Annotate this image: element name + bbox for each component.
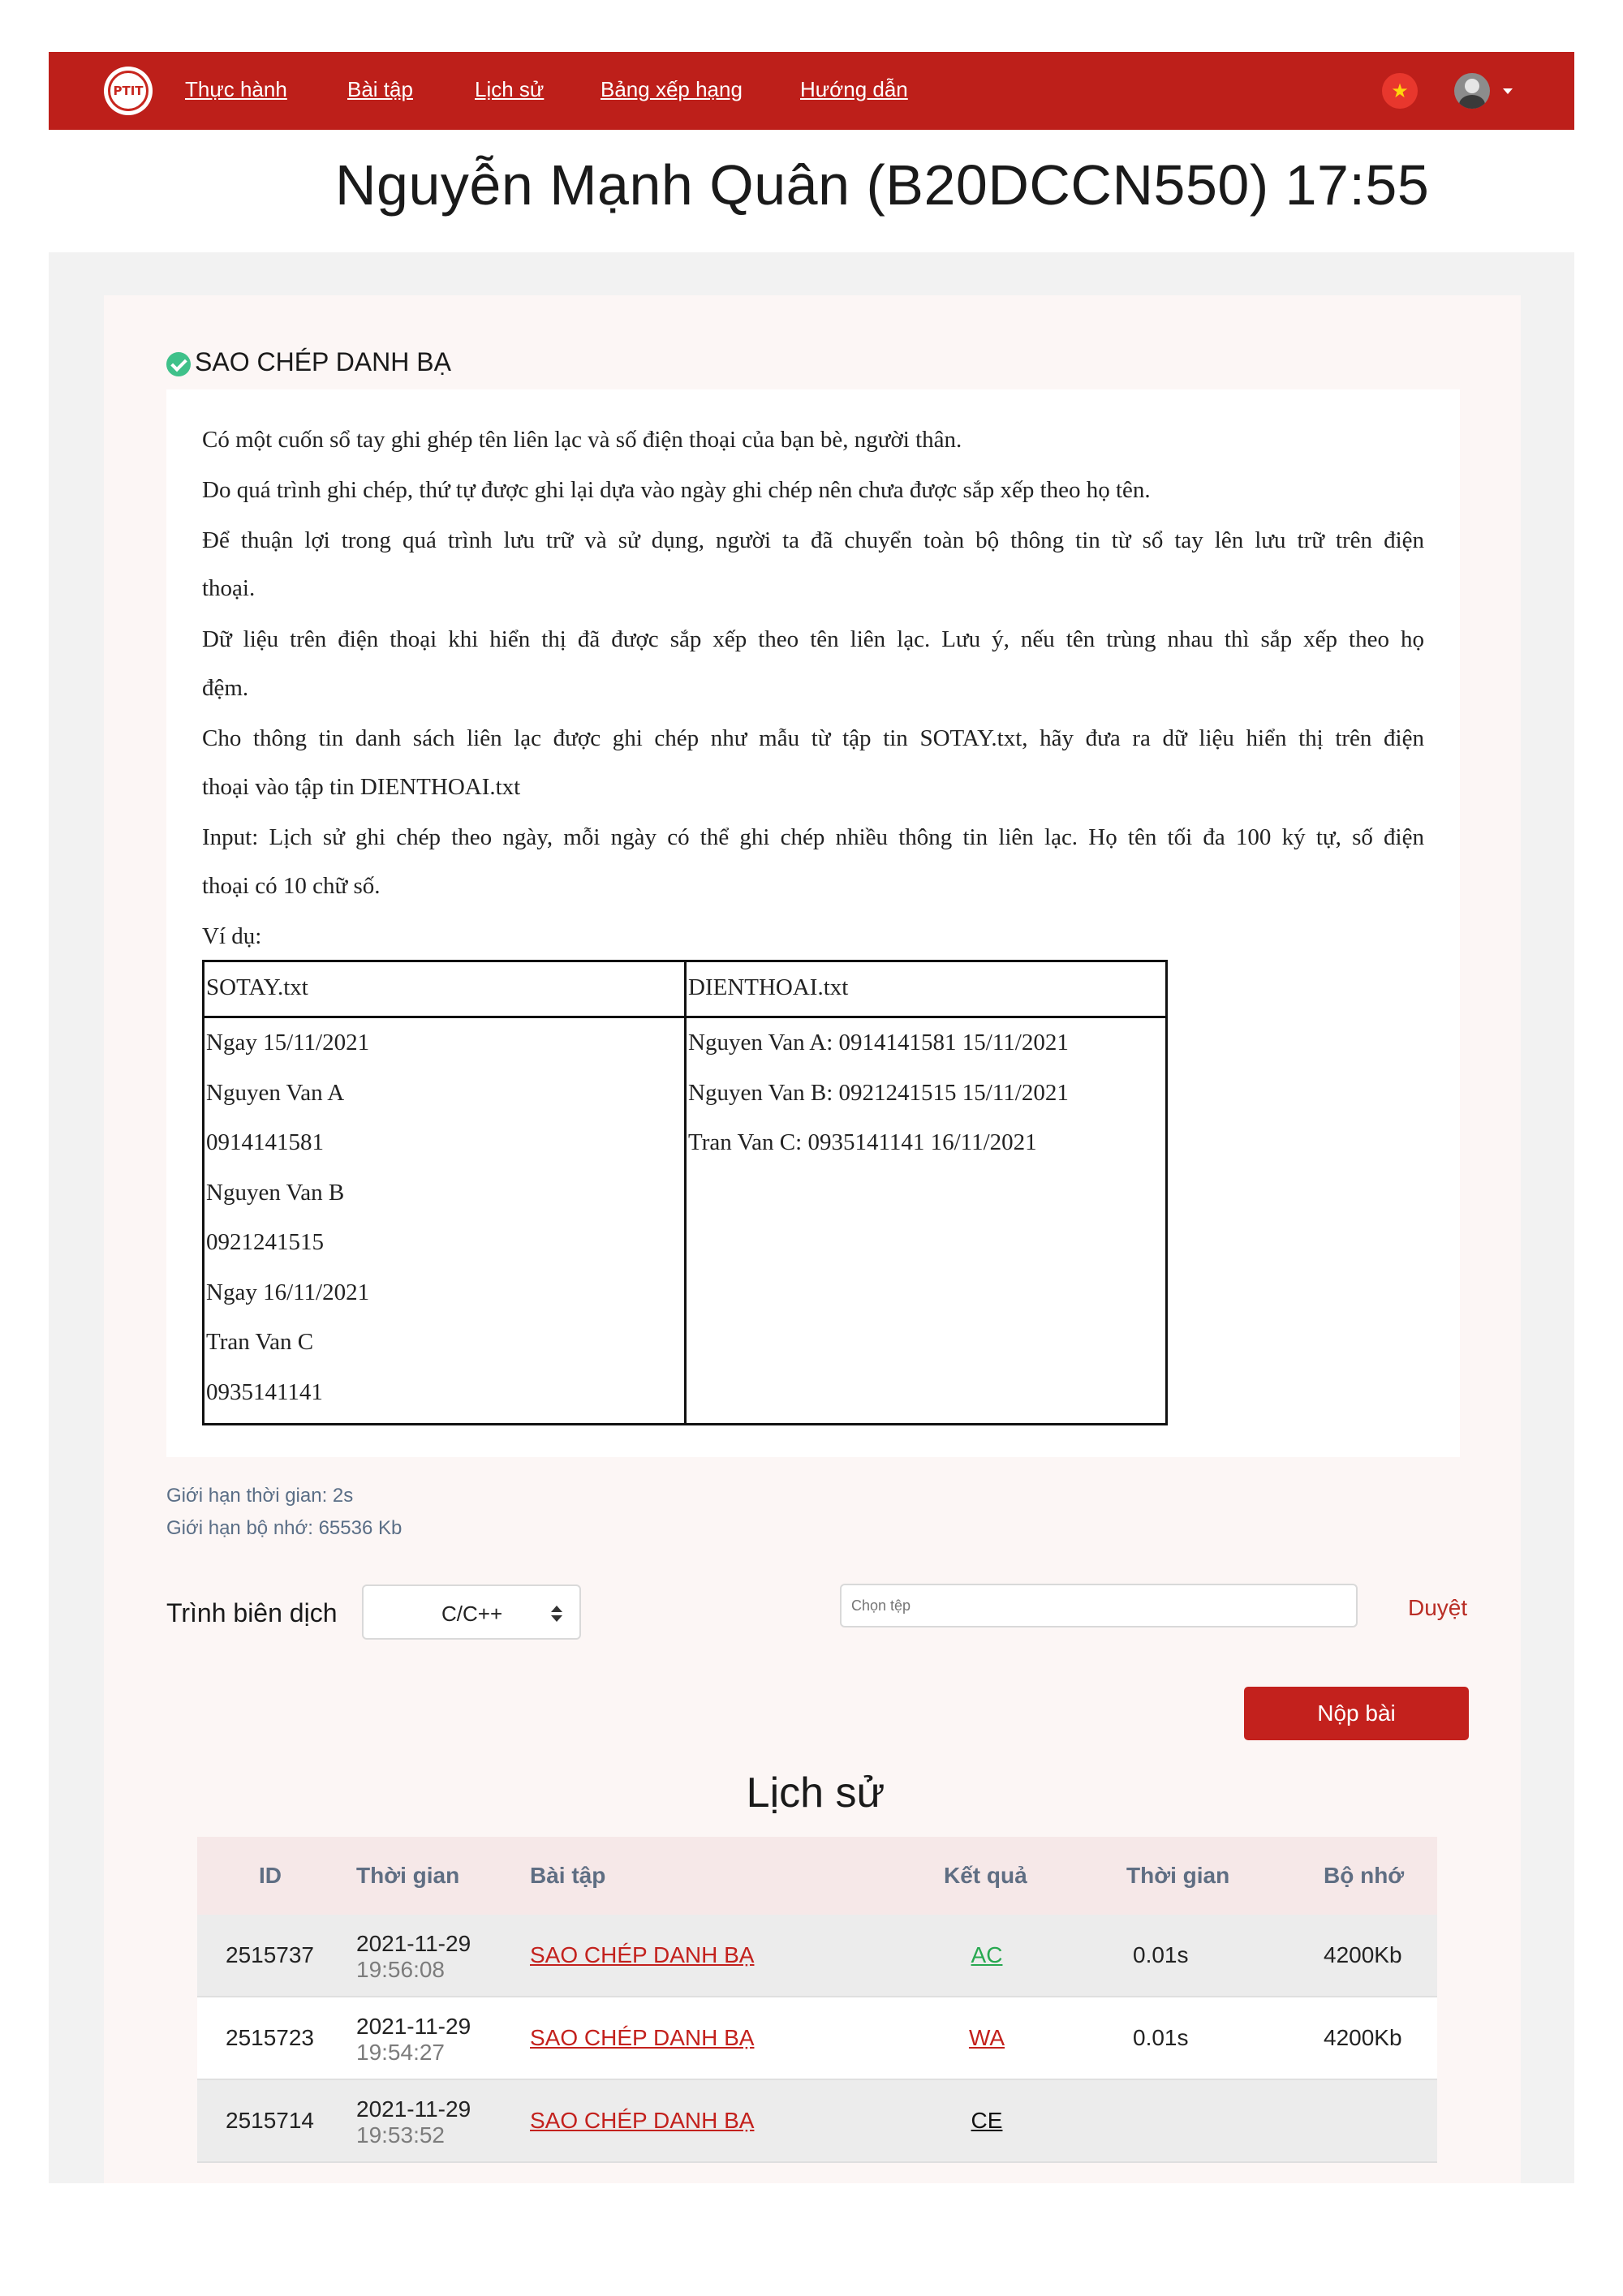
memory-limit: Giới hạn bộ nhớ: 65536 Kb — [166, 1517, 403, 1539]
result-link[interactable]: WA — [938, 2025, 1035, 2051]
example-input-line: Ngay 15/11/2021 — [206, 1030, 370, 1056]
result-link[interactable]: CE — [938, 2108, 1035, 2134]
browse-file-button[interactable]: Duyệt — [1408, 1595, 1467, 1621]
run-duration: 0.01s — [1133, 2025, 1189, 2050]
avatar-body — [1459, 95, 1485, 109]
column-header-time: Thời gian — [356, 1863, 460, 1888]
example-output-line: Nguyen Van A: 0914141581 15/11/2021 — [688, 1030, 1069, 1056]
nav-guide-link[interactable]: Hướng dẫn — [800, 77, 908, 102]
statement-line: đệm. — [202, 675, 249, 701]
table-divider — [684, 962, 687, 1423]
example-input-line: Nguyen Van B — [206, 1180, 345, 1206]
nav-practice-link[interactable]: Thực hành — [185, 77, 287, 102]
logo-text: PTIT — [113, 84, 144, 98]
memory-usage: 4200Kb — [1324, 1942, 1402, 1967]
example-output-line: Nguyen Van B: 0921241515 15/11/2021 — [688, 1080, 1069, 1106]
time-limit: Giới hạn thời gian: 2s — [166, 1485, 354, 1507]
task-link[interactable]: SAO CHÉP DANH BẠ — [530, 2108, 754, 2134]
task-link[interactable]: SAO CHÉP DANH BẠ — [530, 1942, 754, 1968]
example-output-header: DIENTHOAI.txt — [688, 974, 849, 1000]
compiler-selected-value: C/C++ — [441, 1602, 503, 1626]
problem-title: SAO CHÉP DANH BẠ — [195, 347, 451, 376]
example-input-line: 0914141581 — [206, 1129, 324, 1155]
compiler-select[interactable]: C/C++ — [362, 1584, 581, 1640]
example-output-line: Tran Van C: 0935141141 16/11/2021 — [688, 1129, 1037, 1155]
nav-history-link[interactable]: Lịch sử — [475, 77, 544, 102]
submit-button[interactable]: Nộp bài — [1244, 1687, 1469, 1740]
user-avatar[interactable] — [1454, 73, 1490, 109]
ptit-logo[interactable]: PTIT — [104, 67, 153, 115]
column-header-duration: Thời gian — [1126, 1863, 1230, 1888]
submission-date: 2021-11-29 — [356, 2014, 471, 2039]
result-link[interactable]: AC — [938, 1942, 1035, 1968]
column-header-task: Bài tập — [530, 1863, 606, 1888]
statement-line: Để thuận lợi trong quá trình lưu trữ và … — [202, 527, 1424, 553]
statement-line: thoại. — [202, 575, 256, 601]
submission-id: 2515723 — [226, 2025, 315, 2050]
example-input-line: 0921241515 — [206, 1229, 324, 1255]
statement-line: thoại có 10 chữ số. — [202, 873, 381, 899]
page-title: Nguyễn Mạnh Quân (B20DCCN550) 17:55 — [335, 153, 1430, 217]
avatar-head — [1465, 79, 1479, 93]
nav-exercises-link[interactable]: Bài tập — [347, 77, 413, 102]
submission-id: 2515737 — [226, 1942, 315, 1967]
submission-time: 19:54:27 — [356, 2040, 445, 2065]
statement-line: Có một cuốn sổ tay ghi ghép tên liên lạc… — [202, 427, 962, 453]
nav-ranking-link[interactable]: Bảng xếp hạng — [601, 77, 743, 102]
compiler-label: Trình biên dịch — [166, 1598, 338, 1627]
example-input-header: SOTAY.txt — [206, 974, 308, 1000]
problem-statement: Có một cuốn sổ tay ghi ghép tên liên lạc… — [166, 389, 1460, 1457]
statement-line: Do quá trình ghi chép, thứ tự được ghi l… — [202, 477, 1151, 503]
table-divider — [204, 1016, 1165, 1018]
vietnam-flag-icon[interactable]: ★ — [1382, 73, 1418, 109]
example-input-line: Tran Van C — [206, 1329, 314, 1355]
statement-line: Dữ liệu trên điện thoại khi hiển thị đã … — [202, 626, 1424, 652]
user-menu-caret-icon[interactable] — [1503, 88, 1513, 94]
column-header-result: Kết quả — [944, 1863, 1027, 1888]
select-up-arrow-icon — [551, 1606, 562, 1612]
statement-line: Cho thông tin danh sách liên lạc được gh… — [202, 725, 1424, 751]
statement-line: Ví dụ: — [202, 923, 262, 949]
example-input-line: Ngay 16/11/2021 — [206, 1279, 370, 1305]
top-navbar: PTIT Thực hành Bài tập Lịch sử Bảng xếp … — [49, 52, 1574, 130]
solved-check-icon — [166, 352, 191, 376]
submission-time: 19:56:08 — [356, 1957, 445, 1982]
memory-usage: 4200Kb — [1324, 2025, 1402, 2050]
task-link[interactable]: SAO CHÉP DANH BẠ — [530, 2025, 754, 2051]
table-row: 2515723 2021-11-29 19:54:27 SAO CHÉP DAN… — [197, 1997, 1437, 2080]
statement-line: Input: Lịch sử ghi chép theo ngày, mỗi n… — [202, 824, 1424, 850]
column-header-id: ID — [259, 1863, 282, 1888]
submission-id: 2515714 — [226, 2108, 315, 2133]
column-header-memory: Bộ nhớ — [1324, 1863, 1405, 1888]
select-down-arrow-icon — [551, 1615, 562, 1622]
example-input-line: Nguyen Van A — [206, 1080, 345, 1106]
table-row: 2515714 2021-11-29 19:53:52 SAO CHÉP DAN… — [197, 2080, 1437, 2163]
history-title: Lịch sử — [746, 1769, 885, 1817]
table-row: 2515737 2021-11-29 19:56:08 SAO CHÉP DAN… — [197, 1915, 1437, 1997]
file-path-input[interactable] — [840, 1584, 1358, 1627]
statement-line: thoại vào tập tin DIENTHOAI.txt — [202, 774, 521, 800]
submission-date: 2021-11-29 — [356, 1931, 471, 1956]
submission-time: 19:53:52 — [356, 2122, 445, 2148]
example-input-line: 0935141141 — [206, 1379, 323, 1405]
run-duration: 0.01s — [1133, 1942, 1189, 1967]
example-table: SOTAY.txt DIENTHOAI.txt Ngay 15/11/2021 … — [202, 960, 1168, 1425]
submission-date: 2021-11-29 — [356, 2096, 471, 2122]
history-table-header: ID Thời gian Bài tập Kết quả Thời gian B… — [197, 1837, 1437, 1915]
